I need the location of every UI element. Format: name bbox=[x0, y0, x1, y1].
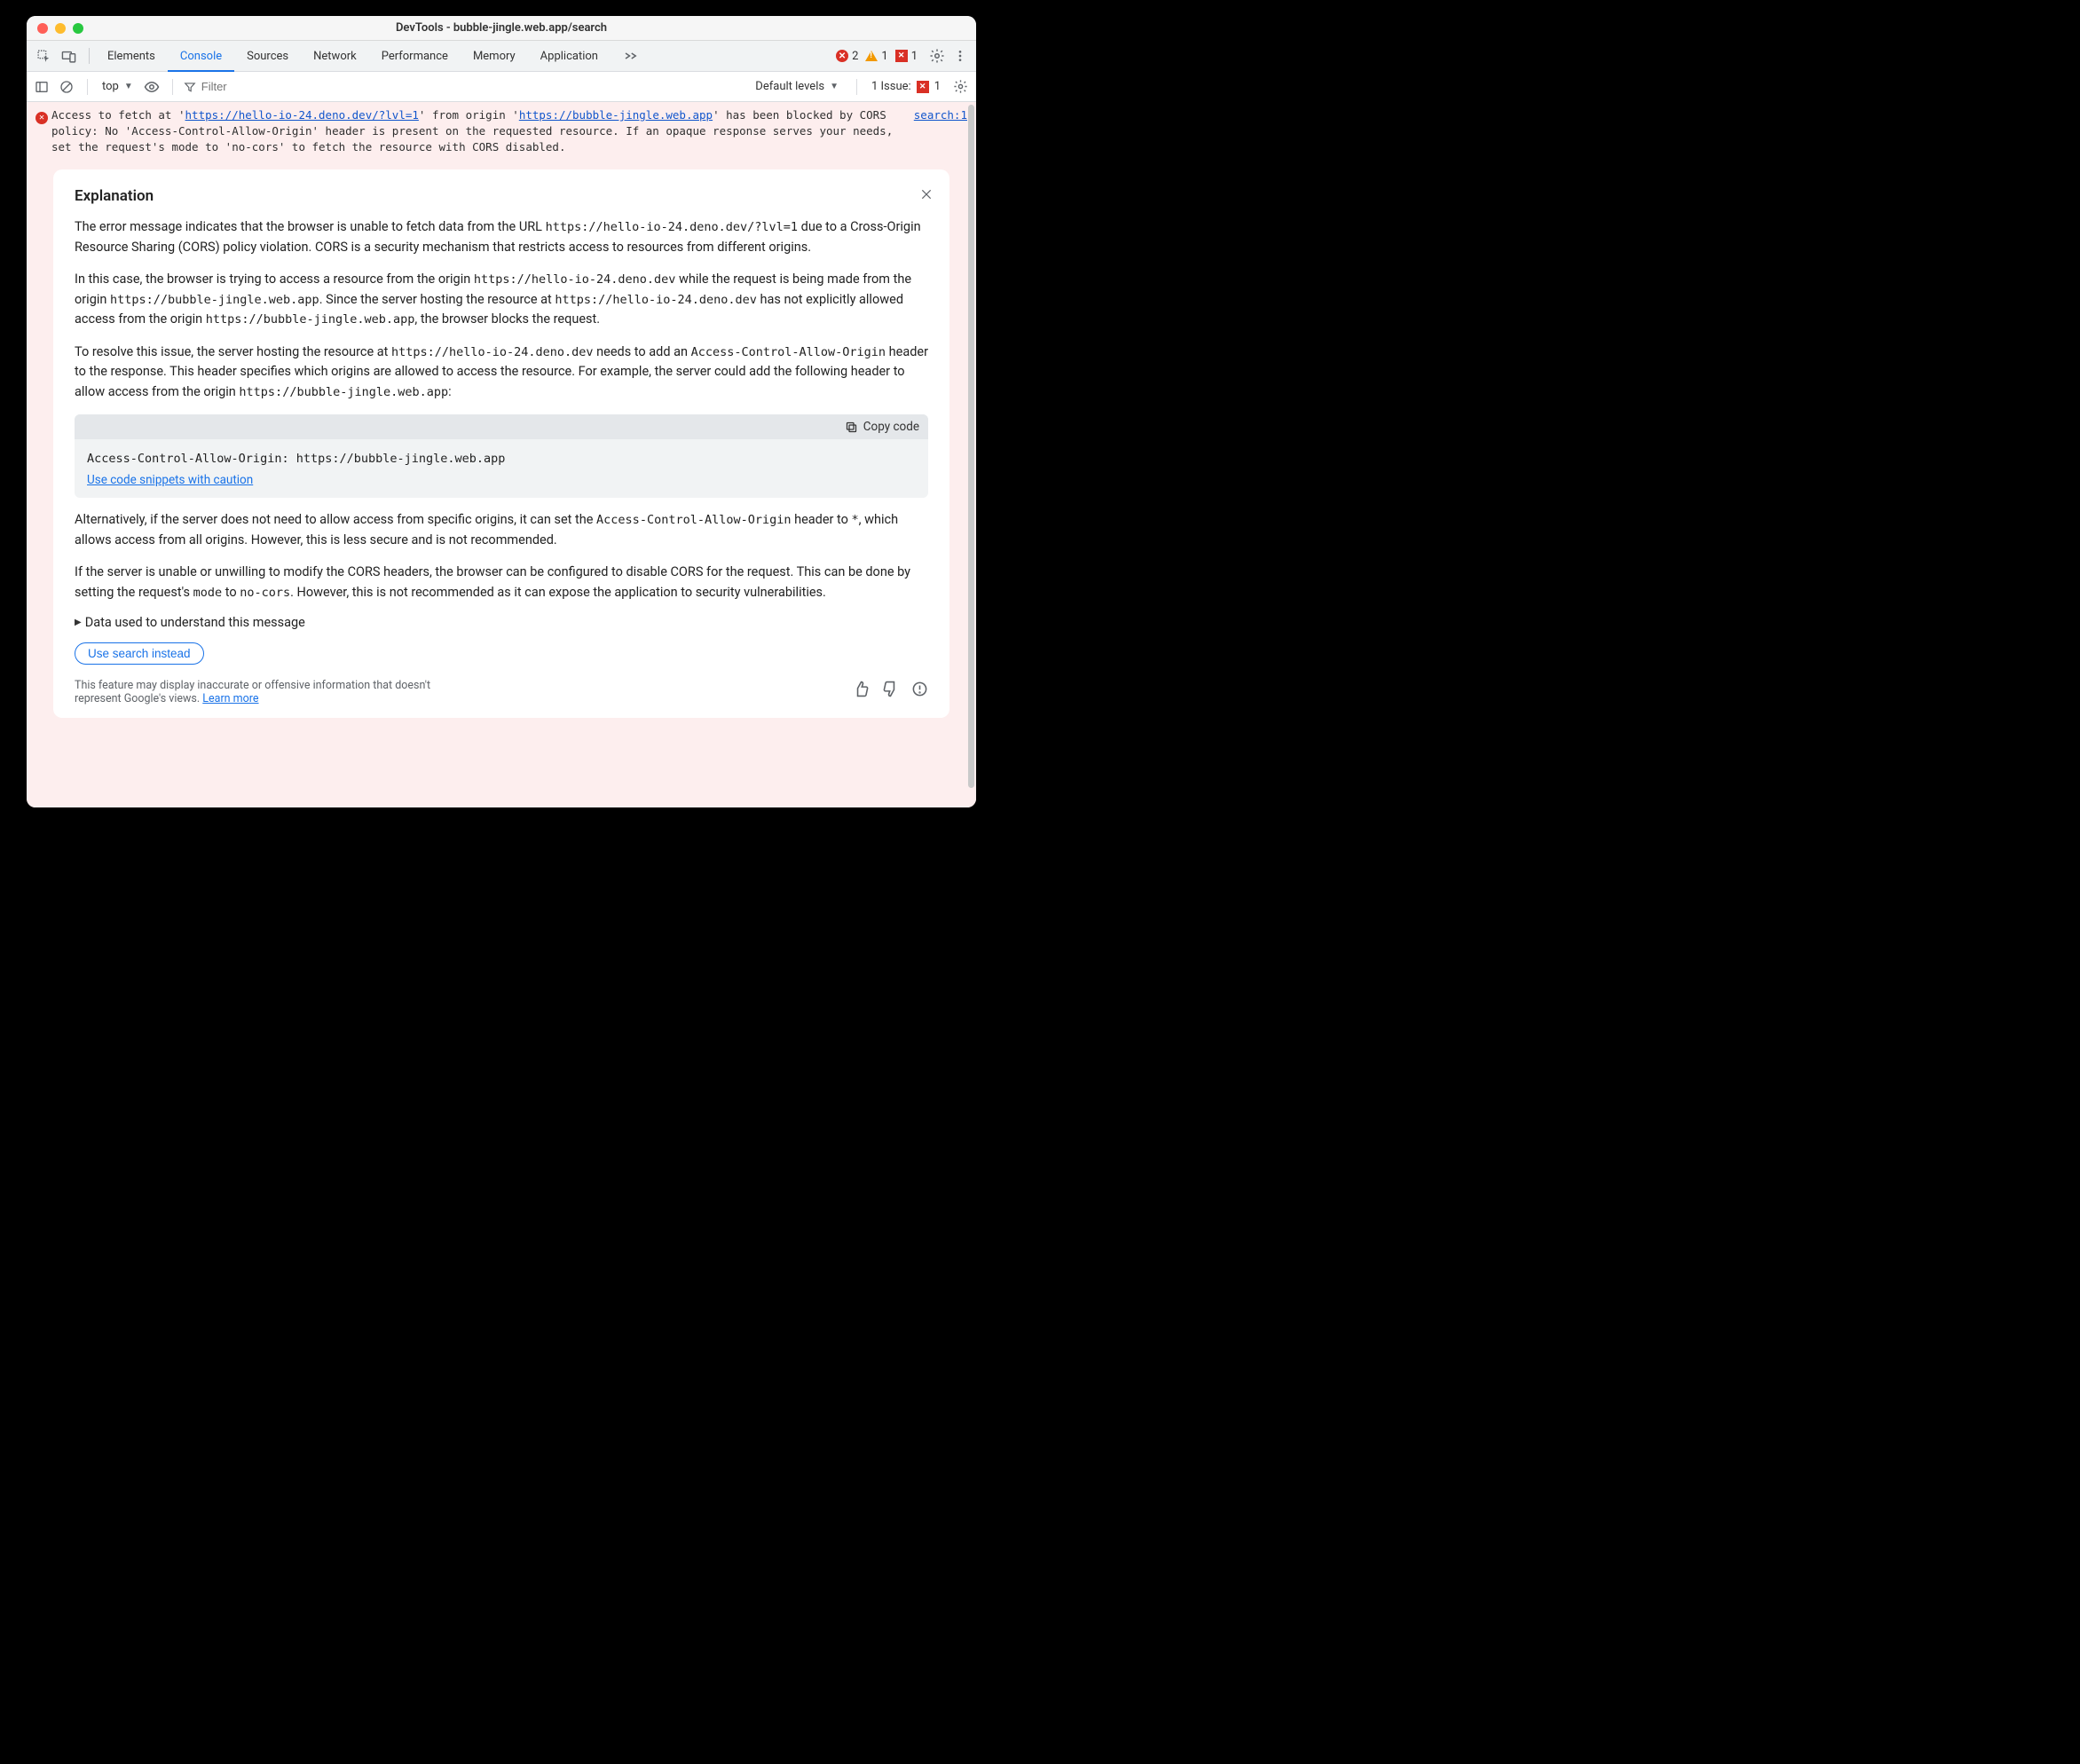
settings-icon[interactable] bbox=[926, 45, 948, 67]
explanation-paragraph-1: The error message indicates that the bro… bbox=[75, 217, 928, 257]
context-selector[interactable]: top ▼ bbox=[98, 80, 137, 93]
copy-icon bbox=[845, 421, 858, 434]
console-error-message[interactable]: ✕ Access to fetch at 'https://hello-io-2… bbox=[27, 102, 976, 159]
close-panel-button[interactable] bbox=[918, 185, 935, 203]
code-block: Copy code Access-Control-Allow-Origin: h… bbox=[75, 414, 928, 498]
issues-indicator[interactable]: 1 Issue: ✕ 1 bbox=[871, 80, 941, 93]
disclosure-label: Data used to understand this message bbox=[85, 615, 305, 630]
more-options-icon[interactable] bbox=[949, 45, 971, 67]
tabs-overflow-button[interactable] bbox=[611, 41, 651, 71]
blocked-icon: ✕ bbox=[917, 81, 929, 93]
chevron-down-icon: ▼ bbox=[830, 82, 839, 91]
error-icon: ✕ bbox=[836, 50, 848, 62]
tab-console[interactable]: Console bbox=[168, 41, 234, 71]
error-icon: ✕ bbox=[35, 112, 48, 124]
context-label: top bbox=[102, 80, 119, 93]
data-disclosure[interactable]: Data used to understand this message bbox=[75, 615, 928, 630]
warning-icon bbox=[865, 51, 878, 61]
chevron-down-icon: ▼ bbox=[124, 82, 133, 91]
tab-application[interactable]: Application bbox=[528, 41, 611, 71]
issues-label: 1 Issue: bbox=[871, 80, 911, 93]
explanation-paragraph-4: Alternatively, if the server does not ne… bbox=[75, 510, 928, 550]
console-content: ✕ Access to fetch at 'https://hello-io-2… bbox=[27, 102, 976, 807]
console-toolbar: top ▼ Default levels ▼ 1 Issue: ✕ 1 bbox=[27, 72, 976, 102]
tab-sources[interactable]: Sources bbox=[234, 41, 301, 71]
explanation-paragraph-2: In this case, the browser is trying to a… bbox=[75, 270, 928, 329]
disclaimer-text: This feature may display inaccurate or o… bbox=[75, 679, 456, 705]
window-title: DevTools - bubble-jingle.web.app/search bbox=[27, 21, 976, 35]
log-levels-selector[interactable]: Default levels ▼ bbox=[752, 80, 842, 93]
devtools-window: DevTools - bubble-jingle.web.app/search … bbox=[27, 16, 976, 807]
learn-more-link[interactable]: Learn more bbox=[202, 692, 258, 705]
device-toolbar-icon[interactable] bbox=[59, 46, 78, 66]
scrollbar[interactable] bbox=[968, 105, 974, 788]
error-url-link[interactable]: https://hello-io-24.deno.dev/?lvl=1 bbox=[185, 108, 419, 122]
report-icon[interactable] bbox=[911, 681, 928, 697]
toggle-sidebar-icon[interactable] bbox=[32, 77, 51, 97]
tab-performance[interactable]: Performance bbox=[369, 41, 461, 71]
explanation-paragraph-3: To resolve this issue, the server hostin… bbox=[75, 343, 928, 402]
issues-count: 1 bbox=[934, 80, 941, 93]
titlebar: DevTools - bubble-jingle.web.app/search bbox=[27, 16, 976, 41]
log-levels-label: Default levels bbox=[755, 80, 824, 93]
error-source-link[interactable]: search:1 bbox=[896, 107, 967, 155]
clear-console-icon[interactable] bbox=[57, 77, 76, 97]
tab-memory[interactable]: Memory bbox=[461, 41, 528, 71]
tab-network[interactable]: Network bbox=[301, 41, 369, 71]
explanation-paragraph-5: If the server is unable or unwilling to … bbox=[75, 563, 928, 602]
panel-title: Explanation bbox=[75, 187, 928, 205]
live-expression-icon[interactable] bbox=[142, 77, 162, 97]
console-settings-icon[interactable] bbox=[949, 76, 971, 98]
filter-input[interactable] bbox=[201, 80, 308, 93]
warning-count-badge[interactable]: 1 bbox=[865, 50, 887, 63]
panel-footer: This feature may display inaccurate or o… bbox=[75, 679, 928, 705]
main-toolbar: Elements Console Sources Network Perform… bbox=[27, 41, 976, 72]
explanation-panel: Explanation The error message indicates … bbox=[53, 169, 949, 718]
inspect-element-icon[interactable] bbox=[34, 46, 53, 66]
code-snippet: Access-Control-Allow-Origin: https://bub… bbox=[75, 439, 928, 473]
use-search-button[interactable]: Use search instead bbox=[75, 642, 204, 665]
status-badges[interactable]: ✕ 2 1 ✕ 1 bbox=[836, 50, 918, 63]
filter-box[interactable] bbox=[184, 80, 308, 93]
thumbs-down-icon[interactable] bbox=[882, 681, 899, 697]
tab-elements[interactable]: Elements bbox=[95, 41, 168, 71]
blocked-count-badge[interactable]: ✕ 1 bbox=[895, 50, 918, 63]
thumbs-up-icon[interactable] bbox=[853, 681, 870, 697]
panel-tabs: Elements Console Sources Network Perform… bbox=[95, 41, 651, 71]
copy-code-button[interactable]: Copy code bbox=[845, 420, 919, 434]
filter-icon bbox=[184, 81, 196, 93]
blocked-icon: ✕ bbox=[895, 50, 908, 62]
copy-code-label: Copy code bbox=[863, 420, 919, 434]
error-text: Access to fetch at 'https://hello-io-24.… bbox=[51, 107, 896, 155]
error-origin-link[interactable]: https://bubble-jingle.web.app bbox=[519, 108, 713, 122]
error-count-badge[interactable]: ✕ 2 bbox=[836, 50, 858, 63]
caution-link[interactable]: Use code snippets with caution bbox=[75, 473, 928, 498]
